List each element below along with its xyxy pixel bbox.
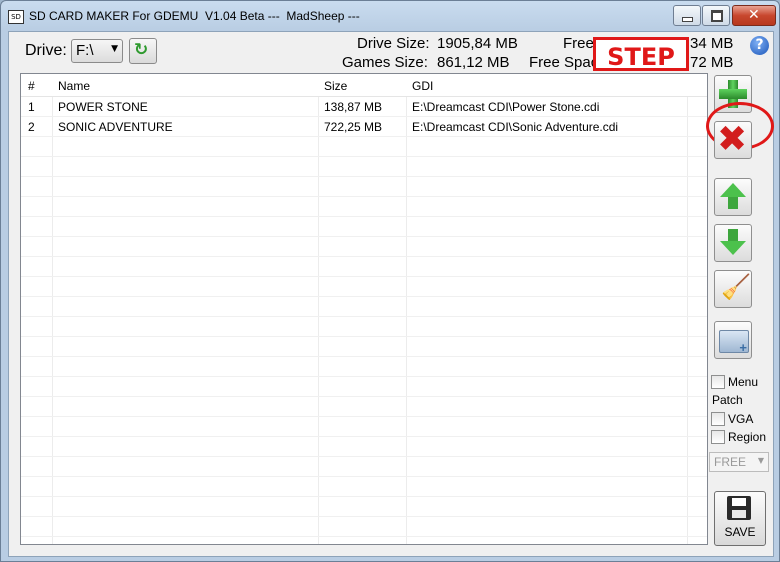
region-checkbox[interactable] [711,430,725,444]
floppy-disk-icon [727,496,751,520]
empty-row [21,257,707,277]
empty-row [21,237,707,257]
empty-row [21,177,707,197]
drive-select[interactable]: F:\ ▼ [71,39,123,63]
header-size[interactable]: Size [324,79,347,93]
close-icon: ✕ [748,7,760,23]
row-num: 2 [28,120,35,134]
header-num[interactable]: # [28,79,35,93]
minimize-icon [682,17,693,22]
list-header: # Name Size GDI [21,74,707,97]
add-folder-button[interactable] [714,321,752,359]
region-select[interactable]: FREE ▼ [709,452,769,472]
delete-x-icon: ✖ [717,119,748,160]
empty-row [21,417,707,437]
client-area: Drive: F:\ ▼ ↻ Drive Size: 1905,84 MB Ga… [8,31,774,557]
vga-checkbox-label: VGA [728,412,754,426]
row-num: 1 [28,100,35,114]
row-name: POWER STONE [58,100,148,114]
row-size: 138,87 MB [324,100,383,114]
chevron-down-icon: ▼ [111,44,118,54]
empty-row [21,337,707,357]
games-size-label: Games Size: [342,54,428,71]
maximize-icon [711,10,723,22]
header-gdi[interactable]: GDI [412,79,433,93]
empty-row [21,477,707,497]
vga-checkbox[interactable] [711,412,725,426]
maximize-button[interactable] [702,5,730,26]
free-space-label: Free Spac [529,54,599,71]
drive-label: Drive: [25,42,67,59]
menu-checkbox[interactable] [711,375,725,389]
patch-label: Patch [712,393,743,407]
arrow-down-icon [720,229,746,255]
empty-row [21,357,707,377]
empty-row [21,377,707,397]
drive-size-value: 1905,84 MB [437,35,518,52]
free-value: 34 MB [690,35,734,52]
empty-row [21,277,707,297]
close-button[interactable]: ✕ [732,5,776,26]
save-button[interactable]: SAVE [714,491,766,546]
empty-row [21,317,707,337]
free-label: Free [563,35,594,52]
table-row[interactable]: 1 POWER STONE 138,87 MB E:\Dreamcast CDI… [21,97,707,117]
app-window: SD SD CARD MAKER For GDEMU V1.04 Beta --… [0,0,780,562]
free-space-value: 72 MB [690,54,734,71]
game-list[interactable]: # Name Size GDI 1 POWER STONE 138,87 MB … [20,73,708,545]
menu-checkbox-label: Menu [728,375,759,389]
refresh-icon: ↻ [134,40,149,60]
empty-row [21,497,707,517]
step-annotation: STEP 3. [593,37,689,105]
move-down-button[interactable] [714,224,752,262]
header-name[interactable]: Name [58,79,90,93]
row-size: 722,25 MB [324,120,383,134]
region-select-value: FREE [714,455,747,469]
empty-row [21,157,707,177]
table-row[interactable]: 2 SONIC ADVENTURE 722,25 MB E:\Dreamcast… [21,117,707,137]
drive-select-value: F:\ [76,42,94,59]
row-gdi: E:\Dreamcast CDI\Power Stone.cdi [412,100,600,114]
drive-size-label: Drive Size: [357,35,430,52]
remove-game-button[interactable]: ✖ [714,119,752,160]
chevron-down-icon: ▼ [757,456,764,465]
empty-row [21,217,707,237]
app-icon: SD [8,10,24,24]
games-size-value: 861,12 MB [437,54,510,71]
region-checkbox-label: Region [728,430,767,444]
move-up-button[interactable] [714,178,752,216]
clean-button[interactable]: 🧹 [714,270,752,308]
empty-row [21,297,707,317]
folder-add-icon [719,330,749,355]
empty-row [21,457,707,477]
empty-row [21,137,707,157]
empty-row [21,517,707,537]
row-gdi: E:\Dreamcast CDI\Sonic Adventure.cdi [412,120,619,134]
refresh-button[interactable]: ↻ [129,38,157,64]
row-name: SONIC ADVENTURE [58,120,173,134]
empty-row [21,437,707,457]
title-bar: SD SD CARD MAKER For GDEMU V1.04 Beta --… [1,1,779,31]
arrow-up-icon [720,183,746,209]
empty-row [21,397,707,417]
broom-icon: 🧹 [721,273,751,301]
empty-row [21,197,707,217]
help-icon[interactable]: ? [750,36,769,55]
save-button-label: SAVE [724,525,756,539]
minimize-button[interactable] [673,5,701,26]
window-title: SD CARD MAKER For GDEMU V1.04 Beta --- M… [29,9,360,23]
